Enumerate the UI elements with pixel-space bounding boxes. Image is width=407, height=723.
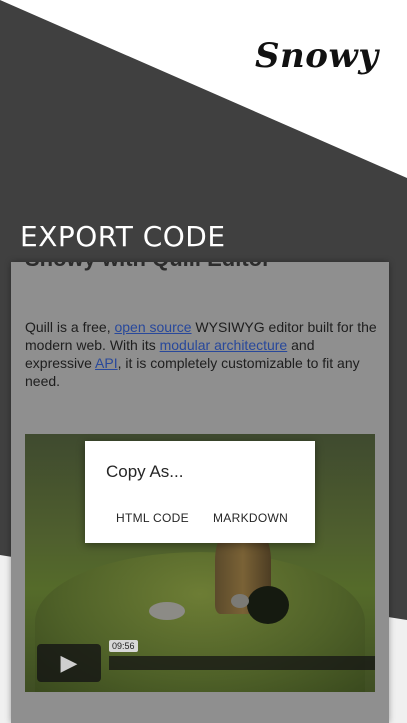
video-timeline[interactable] [109,656,375,670]
play-button[interactable]: ▶ [37,644,101,682]
brand-logo: Snowy [255,36,379,76]
markdown-button[interactable]: MARKDOWN [213,511,288,525]
timestamp-tooltip: 09:56 [109,640,138,652]
document-title: Snowy with Quill Editor [25,262,271,272]
video-scene-rock [149,602,185,620]
modular-architecture-link[interactable]: modular architecture [160,337,288,353]
api-link[interactable]: API [95,355,118,371]
video-scene-rock [231,594,249,608]
document-paragraph: Quill is a free, open source WYSIWYG edi… [25,318,381,390]
paragraph-text: Quill is a free, [25,319,115,335]
video-scene-hole [247,586,289,624]
copy-as-dialog: Copy As... HTML CODE MARKDOWN [85,441,315,543]
play-icon: ▶ [60,650,78,675]
dialog-title: Copy As... [106,462,184,481]
open-source-link[interactable]: open source [114,319,191,335]
html-code-button[interactable]: HTML CODE [116,511,189,525]
headline: EXPORT CODE [20,220,226,253]
